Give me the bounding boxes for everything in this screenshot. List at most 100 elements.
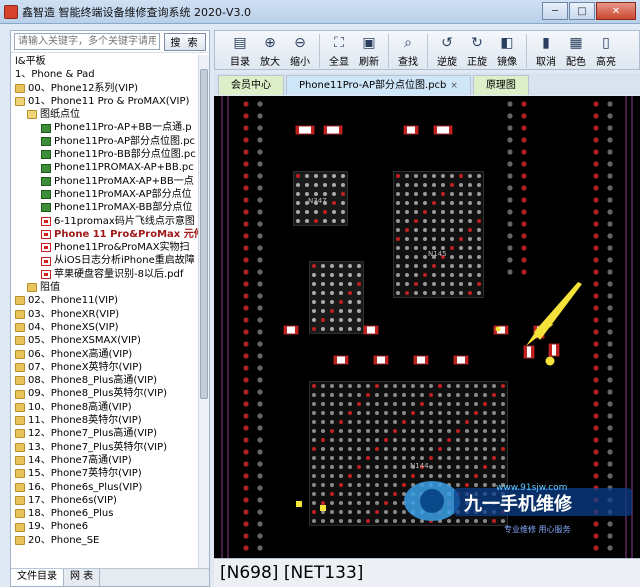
tree-item[interactable]: 16、Phone6s_Plus(VIP) — [11, 481, 199, 494]
tree-item[interactable]: Phone11ProMAX-AP+BB一点 — [11, 175, 199, 188]
catalog-button[interactable]: ▤ 目录 — [227, 31, 253, 68]
close-tab-icon[interactable]: × — [450, 81, 458, 91]
bga-ball — [447, 429, 451, 433]
tree-item[interactable]: 18、Phone6_Plus — [11, 507, 199, 520]
bga-ball — [450, 237, 454, 241]
pad — [257, 125, 263, 131]
pad — [593, 137, 599, 143]
tree-item[interactable]: 12、Phone7_Plus高通(VIP) — [11, 427, 199, 440]
tree-item[interactable]: 苹果硬盘容量识别-8以后.pdf — [11, 268, 199, 281]
tree-item[interactable]: 20、Phone_SE — [11, 534, 199, 547]
tree-item[interactable]: 11、Phone8英特尔(VIP) — [11, 414, 199, 427]
bga-ball — [357, 384, 361, 388]
smd-pad — [334, 356, 337, 364]
tree-item[interactable]: 10、Phone8高通(VIP) — [11, 401, 199, 414]
tree-scrollbar-thumb[interactable] — [200, 69, 208, 399]
close-button[interactable]: ✕ — [596, 2, 636, 20]
watermark-logo-inner — [420, 489, 444, 513]
bga-ball — [405, 291, 409, 295]
fit-all-button[interactable]: ⛶ 全显 — [326, 31, 352, 68]
pad — [607, 353, 613, 359]
toolbar-button-label: 全显 — [329, 57, 349, 68]
bga-ball — [384, 492, 388, 496]
cancel-button[interactable]: ▮ 取消 — [533, 31, 559, 68]
toolbar-separator — [427, 34, 428, 68]
rotate-ccw-button[interactable]: ↺ 逆旋 — [434, 31, 460, 68]
document-tab[interactable]: Phone11Pro-AP部分点位图.pcb × — [286, 75, 471, 95]
mirror-button[interactable]: ◧ 镜像 — [494, 31, 520, 68]
tree-item[interactable]: 09、Phone8_Plus英特尔(VIP) — [11, 387, 199, 400]
pcb-canvas[interactable]: N347 N145 N144 www.91sjw.com九一手机维修专业维修 用心服务 — [214, 96, 640, 558]
tree-scrollbar[interactable] — [198, 55, 209, 569]
bga-ball — [423, 201, 427, 205]
bga-ball — [341, 219, 345, 223]
tree-item[interactable]: 14、Phone7高通(VIP) — [11, 454, 199, 467]
pad — [257, 173, 263, 179]
bga-ball — [305, 219, 309, 223]
tree-item[interactable]: 00、Phone12系列(VIP) — [11, 82, 199, 95]
tree-item[interactable]: 05、PhoneXSMAX(VIP) — [11, 334, 199, 347]
tree-item[interactable]: 19、Phone6 — [11, 520, 199, 533]
pcb-board-view[interactable]: N347 N145 N144 www.91sjw.com 九一手机维修 专业维修 用心服务 — [214, 96, 640, 558]
tree-item[interactable]: 阻值 — [11, 281, 199, 294]
tree-item[interactable]: Phone11ProMAX-AP部分点位 — [11, 188, 199, 201]
tree-item[interactable]: 08、Phone8_Plus高通(VIP) — [11, 374, 199, 387]
search-input[interactable] — [14, 33, 160, 50]
pad — [243, 401, 249, 407]
toolbar-button-label: 查找 — [398, 57, 418, 68]
tree-item[interactable]: 03、PhoneXR(VIP) — [11, 308, 199, 321]
pad — [593, 125, 599, 131]
tree-item[interactable]: 13、Phone7_Plus英特尔(VIP) — [11, 441, 199, 454]
bga-ball — [483, 456, 487, 460]
tree-item[interactable]: Phone 11 Pro&ProMax 元件 — [11, 228, 199, 241]
folder-icon — [15, 416, 25, 426]
bga-ball — [474, 411, 478, 415]
tree-item[interactable]: Phone11Pro-BB部分点位图.pc — [11, 148, 199, 161]
search-button[interactable]: 搜 索 — [164, 32, 206, 51]
pad — [257, 233, 263, 239]
catalog-icon: ▤ — [233, 35, 247, 51]
tree-item[interactable]: l&平板 — [11, 55, 199, 68]
tree-item[interactable]: Phone11PROMAX-AP+BB.pc — [11, 161, 199, 174]
tree-item[interactable]: Phone11Pro&ProMAX实物扫 — [11, 241, 199, 254]
tree-item[interactable]: 02、Phone11(VIP) — [11, 294, 199, 307]
bga-ball — [414, 219, 418, 223]
bga-ball — [405, 282, 409, 286]
bga-ball — [405, 264, 409, 268]
bga-ball — [420, 393, 424, 397]
tree-item[interactable]: 6-11promax码片飞线点示意图 — [11, 215, 199, 228]
refresh-button[interactable]: ▣ 刷新 — [356, 31, 382, 68]
tree-item[interactable]: 1、Phone & Pad — [11, 68, 199, 81]
zoom-in-button[interactable]: ⊕ 放大 — [257, 31, 283, 68]
tab-file-directory[interactable]: 文件目录 — [11, 569, 64, 586]
file-tree-panel: 搜 索 l&平板 1、Phone & Pad00、Phone12系列(VIP)01… — [10, 30, 210, 587]
tree-item[interactable]: 04、PhoneXS(VIP) — [11, 321, 199, 334]
find-button[interactable]: ⌕ 查找 — [395, 31, 421, 68]
minimize-button[interactable]: ─ — [542, 2, 568, 20]
document-tab[interactable]: 原理图 — [472, 75, 529, 95]
tree-item[interactable]: 15、Phone7英特尔(VIP) — [11, 467, 199, 480]
color-scheme-button[interactable]: ▦ 配色 — [563, 31, 589, 68]
left-panel-tabs: 文件目录 网 表 — [11, 568, 209, 586]
zoom-out-button[interactable]: ⊖ 缩小 — [287, 31, 313, 68]
highlight-button[interactable]: ▯ 高亮 — [593, 31, 619, 68]
pad — [243, 197, 249, 203]
tab-netlist[interactable]: 网 表 — [64, 569, 101, 586]
document-tab[interactable]: 会员中心 — [218, 75, 284, 95]
bga-ball — [357, 429, 361, 433]
tree-item[interactable]: 17、Phone6s(VIP) — [11, 494, 199, 507]
tree-item[interactable]: Phone11ProMAX-BB部分点位 — [11, 201, 199, 214]
tree-item-label: 6-11promax码片飞线点示意图 — [54, 215, 195, 227]
tree-item[interactable]: Phone11Pro-AP+BB一点通.p — [11, 121, 199, 134]
pcb-file-icon — [41, 176, 51, 186]
tree-item[interactable]: 01、Phone11 Pro & ProMAX(VIP) — [11, 95, 199, 108]
tree-item[interactable]: 从iOS日志分析iPhone重启故障 — [11, 254, 199, 267]
bga-ball — [477, 183, 481, 187]
maximize-button[interactable]: □ — [569, 2, 595, 20]
tree-item[interactable]: Phone11Pro-AP部分点位图.pc — [11, 135, 199, 148]
tree-item[interactable]: 06、PhoneX高通(VIP) — [11, 348, 199, 361]
tree-item[interactable]: 07、PhoneX英特尔(VIP) — [11, 361, 199, 374]
rotate-cw-button[interactable]: ↻ 正旋 — [464, 31, 490, 68]
bga-ball — [393, 393, 397, 397]
tree-item[interactable]: 图纸点位 — [11, 108, 199, 121]
